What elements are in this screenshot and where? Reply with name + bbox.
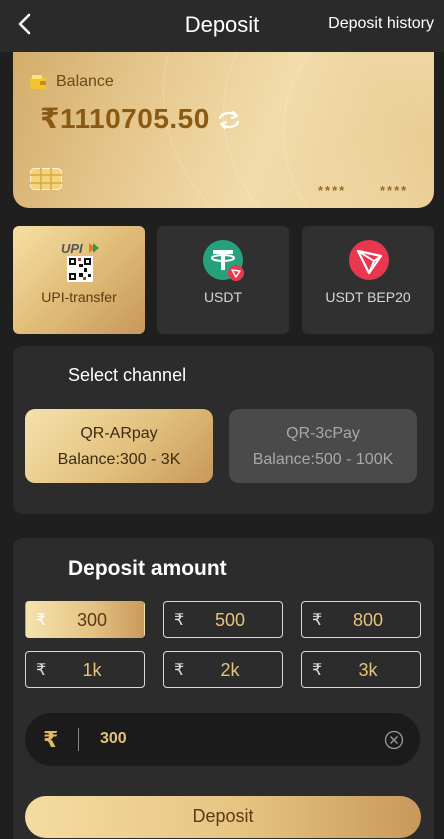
channel-range: Balance:500 - 100K — [252, 451, 394, 468]
deposit-button[interactable]: Deposit — [25, 796, 421, 838]
method-usdt[interactable]: USDT — [157, 226, 289, 334]
amount-preset-1k[interactable]: ₹ 1k — [25, 651, 145, 688]
preset-value: 1k — [82, 660, 102, 680]
balance-card: Balance ₹1110705.50 **** **** — [13, 52, 434, 208]
channel-panel: Select channel QR-ARpay Balance:300 - 3K… — [13, 346, 434, 514]
upi-logo-text: UPI — [61, 241, 83, 256]
channel-name: QR-ARpay — [80, 425, 158, 442]
top-bar: Deposit Deposit history — [0, 0, 444, 52]
amount-preset-3k[interactable]: ₹ 3k — [301, 651, 421, 688]
preset-value: 300 — [76, 610, 108, 630]
amount-panel: Deposit amount — [13, 538, 434, 839]
card-chip-icon — [30, 168, 62, 190]
clear-icon[interactable] — [384, 730, 404, 750]
amount-preset-2k[interactable]: ₹ 2k — [163, 651, 283, 688]
refresh-icon[interactable] — [216, 109, 242, 131]
channel-range: Balance:300 - 3K — [57, 451, 181, 468]
wallet-icon — [30, 75, 46, 89]
method-label: USDT BEP20 — [325, 289, 411, 305]
deposit-history-link[interactable]: Deposit history — [328, 15, 434, 33]
method-upi-transfer[interactable]: UPI UPI-transfer — [13, 226, 145, 334]
balance-amount: ₹1110705.50 — [40, 103, 210, 134]
amount-preset-300[interactable]: ₹ 300 — [25, 601, 145, 638]
tron-icon — [349, 240, 389, 280]
upi-qr-icon: UPI — [61, 241, 99, 282]
rupee-icon: ₹ — [43, 727, 59, 752]
preset-value: 3k — [358, 660, 378, 680]
channel-option-qr-3cpay[interactable]: QR-3cPay Balance:500 - 100K — [229, 409, 417, 483]
amount-input-box: ₹ — [25, 713, 420, 766]
method-label: UPI-transfer — [41, 289, 117, 305]
balance-label: Balance — [56, 73, 114, 90]
preset-value: 800 — [352, 610, 384, 630]
channel-section-title: Select channel — [68, 365, 187, 385]
channel-option-qr-arpay[interactable]: QR-ARpay Balance:300 - 3K — [25, 409, 213, 483]
preset-value: 500 — [214, 610, 246, 630]
amount-input[interactable] — [100, 726, 370, 752]
masked-number-right: **** — [380, 183, 409, 198]
channel-name: QR-3cPay — [286, 425, 360, 442]
preset-value: 2k — [220, 660, 240, 680]
amount-preset-800[interactable]: ₹ 800 — [301, 601, 421, 638]
amount-section-title: Deposit amount — [68, 557, 227, 580]
method-label: USDT — [203, 289, 243, 305]
masked-number-left: **** — [318, 183, 347, 198]
amount-preset-500[interactable]: ₹ 500 — [163, 601, 283, 638]
back-arrow-icon[interactable] — [14, 12, 36, 36]
tether-icon — [203, 240, 244, 281]
method-usdt-bep20[interactable]: USDT BEP20 — [302, 226, 434, 334]
divider — [78, 728, 79, 751]
